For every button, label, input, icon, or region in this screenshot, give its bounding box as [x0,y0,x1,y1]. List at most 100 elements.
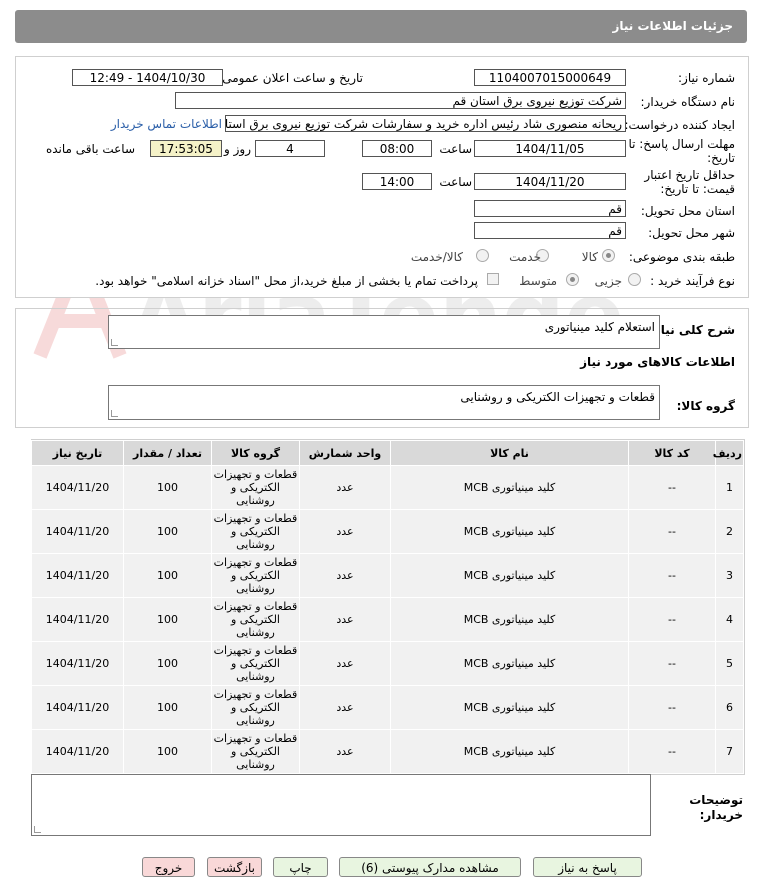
cell-unit: عدد [299,553,391,598]
general-desc-textarea[interactable]: استعلام کلید مینیاتوری [108,315,660,349]
cell-need-date: 1404/11/20 [31,597,124,642]
resize-grip-icon[interactable] [111,339,118,346]
cell-quantity: 100 [123,553,212,598]
days-remaining-field: 4 [255,140,325,157]
goods-group-label: گروه کالا: [676,399,735,413]
cell-need-date: 1404/11/20 [31,729,124,774]
reply-to-need-button[interactable]: پاسخ به نیاز [533,857,642,877]
days-label: روز و [224,142,251,156]
cell-quantity: 100 [123,729,212,774]
col-header-goods-group: گروه کالا [211,440,300,466]
treasury-payment-note: پرداخت تمام یا بخشی از مبلغ خرید،از محل … [95,274,478,288]
cell-row-number: 1 [715,465,744,510]
category-option-service: خدمت [509,250,541,264]
view-attachments-button[interactable]: مشاهده مدارک پیوستی (6) [339,857,521,877]
col-header-need-date: تاریخ نیاز [31,440,124,466]
cell-need-date: 1404/11/20 [31,465,124,510]
need-details-panel: شماره نیاز: 1104007015000649 تاریخ و ساع… [15,56,749,298]
cell-row-number: 7 [715,729,744,774]
cell-goods-name: کلید مینیاتوری MCB [390,509,629,554]
purchase-option-minor: جزیی [594,274,622,288]
need-number-field: 1104007015000649 [474,69,626,86]
requester-label: ایجاد کننده درخواست: [624,118,735,132]
treasury-payment-checkbox[interactable] [487,273,499,285]
cell-goods-name: کلید مینیاتوری MCB [390,553,629,598]
exit-button[interactable]: خروج [142,857,195,877]
cell-unit: عدد [299,597,391,642]
reply-time-label: ساعت [439,142,472,156]
category-radio-goods[interactable] [602,249,615,262]
cell-row-number: 3 [715,553,744,598]
cell-goods-code: -- [628,553,716,598]
col-header-row-number: ردیف [713,440,744,466]
table-header-row: ردیف کد کالا نام کالا واحد شمارش گروه کا… [31,440,744,466]
cell-quantity: 100 [123,597,212,642]
goods-info-title: اطلاعات کالاهای مورد نیاز [580,355,735,369]
page-header: جزئیات اطلاعات نیاز [15,10,747,43]
buyer-org-field: شرکت توزیع نیروی برق استان قم [175,92,626,109]
requester-field: ریحانه منصوری شاد رئیس اداره خرید و سفار… [225,115,626,132]
purchase-radio-minor[interactable] [628,273,641,286]
cell-goods-name: کلید مینیاتوری MCB [390,597,629,642]
print-button[interactable]: چاپ [273,857,328,877]
purchase-radio-medium[interactable] [566,273,579,286]
province-label: استان محل تحویل: [640,204,735,218]
cell-goods-name: کلید مینیاتوری MCB [390,685,629,730]
province-field: قم [474,200,626,217]
col-header-goods-code: کد کالا [628,440,716,466]
cell-goods-group: قطعات و تجهیزات الکتریکی و روشنایی [211,597,300,642]
cell-goods-code: -- [628,729,716,774]
category-label: طبقه بندی موضوعی: [628,250,735,264]
cell-quantity: 100 [123,641,212,686]
cell-unit: عدد [299,641,391,686]
cell-quantity: 100 [123,465,212,510]
remaining-time-field: 17:53:05 [150,140,222,157]
goods-group-text: قطعات و تجهیزات الکتریکی و روشنایی [460,390,655,404]
cell-goods-code: -- [628,597,716,642]
col-header-quantity: تعداد / مقدار [123,440,212,466]
cell-row-number: 2 [715,509,744,554]
announce-datetime-label: تاریخ و ساعت اعلان عمومی: [218,71,363,85]
purchase-option-medium: متوسط [519,274,557,288]
cell-unit: عدد [299,729,391,774]
cell-quantity: 100 [123,685,212,730]
cell-goods-group: قطعات و تجهیزات الکتریکی و روشنایی [211,641,300,686]
cell-row-number: 4 [715,597,744,642]
resize-grip-icon[interactable] [111,410,118,417]
cell-need-date: 1404/11/20 [31,685,124,730]
general-desc-label: شرح کلی نیاز: [649,323,735,337]
category-radio-goods-service[interactable] [476,249,489,262]
buyer-org-label: نام دستگاه خریدار: [640,95,736,109]
validity-date-field: 1404/11/20 [474,173,626,190]
cell-quantity: 100 [123,509,212,554]
cell-goods-code: -- [628,641,716,686]
cell-row-number: 5 [715,641,744,686]
validity-time-field: 14:00 [362,173,432,190]
category-option-goods-service: کالا/خدمت [410,250,463,264]
goods-group-textarea[interactable]: قطعات و تجهیزات الکتریکی و روشنایی [108,385,660,420]
cell-goods-code: -- [628,465,716,510]
city-field: قم [474,222,626,239]
validity-time-label: ساعت [439,175,472,189]
table-row: 7 -- کلید مینیاتوری MCB عدد قطعات و تجهیزات … [31,729,744,774]
table-row: 4 -- کلید مینیاتوری MCB عدد قطعات و تجهیزات … [31,597,744,642]
cell-unit: عدد [299,509,391,554]
resize-grip-icon[interactable] [34,826,41,833]
reply-deadline-label: مهلت ارسال پاسخ: تا [628,137,735,151]
need-summary-panel: شرح کلی نیاز: استعلام کلید مینیاتوری اطل… [15,308,749,428]
cell-unit: عدد [299,685,391,730]
table-row: 5 -- کلید مینیاتوری MCB عدد قطعات و تجهیزات … [31,641,744,686]
city-label: شهر محل تحویل: [648,226,735,240]
cell-goods-group: قطعات و تجهیزات الکتریکی و روشنایی [211,465,300,510]
buyer-contact-link[interactable]: اطلاعات تماس خریدار [111,117,222,131]
reply-time-field: 08:00 [362,140,432,157]
cell-goods-group: قطعات و تجهیزات الکتریکی و روشنایی [211,509,300,554]
buyer-notes-textarea[interactable] [31,774,651,836]
cell-need-date: 1404/11/20 [31,641,124,686]
table-row: 3 -- کلید مینیاتوری MCB عدد قطعات و تجهیزات … [31,553,744,598]
col-header-goods-name: نام کالا [390,440,629,466]
table-row: 1 -- کلید مینیاتوری MCB عدد قطعات و تجهیزات … [31,465,744,510]
cell-goods-name: کلید مینیاتوری MCB [390,729,629,774]
back-button[interactable]: بازگشت [207,857,262,877]
goods-table: ردیف کد کالا نام کالا واحد شمارش گروه کا… [31,439,745,775]
